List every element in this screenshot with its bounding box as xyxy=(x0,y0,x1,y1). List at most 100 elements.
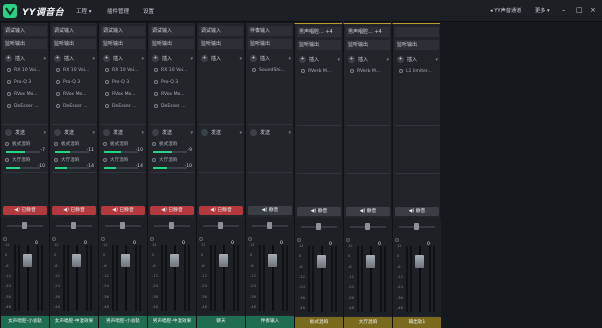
channel-name[interactable]: 女声唱腔-中混效果 xyxy=(50,316,98,328)
plugin-slot[interactable]: DeEsser ... xyxy=(150,102,194,112)
channel-input-select[interactable]: 男声唱腔... +4 xyxy=(346,27,390,37)
power-icon[interactable] xyxy=(5,141,9,146)
pan-knob[interactable] xyxy=(218,222,223,229)
mute-button[interactable]: ◀) 已静音 xyxy=(3,206,47,215)
record-icon[interactable] xyxy=(297,238,301,242)
power-icon[interactable] xyxy=(399,68,403,73)
plugin-slot[interactable]: Pro-Q 3 xyxy=(101,78,145,88)
power-icon[interactable] xyxy=(152,141,156,146)
plugin-slot[interactable]: RVerb M... xyxy=(346,67,390,77)
record-icon[interactable] xyxy=(3,237,7,241)
more-menu[interactable]: 更多 ▾ xyxy=(535,7,550,14)
insert-plugin-button[interactable]: + 插入 ▾ xyxy=(101,54,145,64)
power-icon[interactable] xyxy=(7,67,11,72)
plugin-slot[interactable]: RX 10 Voi... xyxy=(150,66,194,76)
insert-plugin-button[interactable]: + 插入 ▾ xyxy=(395,55,439,65)
channel-output-select[interactable]: 监听输出 xyxy=(199,39,243,49)
menu-plugin-manager[interactable]: 插件管理 xyxy=(107,7,129,15)
channel-input-select[interactable]: 调试输入 xyxy=(52,26,96,36)
insert-plugin-button[interactable]: + 插入 ▾ xyxy=(52,54,96,64)
plugin-slot[interactable]: RVox Mo... xyxy=(52,90,96,100)
plugin-slot[interactable]: RVox Mo... xyxy=(3,90,47,100)
power-icon[interactable] xyxy=(105,103,109,108)
channel-output-select[interactable]: 监听输出 xyxy=(3,39,47,49)
channel-name[interactable]: 男声唱腔-小总轨 xyxy=(99,316,147,328)
record-icon[interactable] xyxy=(346,238,350,242)
plugin-slot[interactable]: RX 10 Voi... xyxy=(3,66,47,76)
power-icon[interactable] xyxy=(105,67,109,72)
plugin-slot[interactable]: DeEsser ... xyxy=(3,102,47,112)
pan-knob[interactable] xyxy=(120,222,125,229)
record-icon[interactable] xyxy=(395,238,399,242)
power-icon[interactable] xyxy=(7,91,11,96)
volume-fader[interactable] xyxy=(23,253,32,267)
volume-fader[interactable] xyxy=(415,254,424,268)
channel-name[interactable]: 女声唱腔-小总轨 xyxy=(1,316,49,328)
pan-knob[interactable] xyxy=(316,223,321,230)
insert-plugin-button[interactable]: + 插入 ▾ xyxy=(199,54,243,64)
channel-output-select[interactable]: 监听输出 xyxy=(297,40,341,50)
power-icon[interactable] xyxy=(56,103,60,108)
insert-plugin-button[interactable]: + 插入 ▾ xyxy=(297,55,341,65)
channel-name[interactable]: 大厅混响 xyxy=(344,317,392,328)
power-icon[interactable] xyxy=(154,103,158,108)
power-icon[interactable] xyxy=(54,141,58,146)
power-icon[interactable] xyxy=(154,67,158,72)
power-icon[interactable] xyxy=(56,67,60,72)
mute-button[interactable]: ◀) 已静音 xyxy=(52,206,96,215)
plugin-slot[interactable]: L1 limiter... xyxy=(395,67,439,77)
minimize-button[interactable]: – xyxy=(562,5,566,15)
channel-output-select[interactable]: 监听输出 xyxy=(150,39,194,49)
channel-input-select[interactable]: 调试输入 xyxy=(150,26,194,36)
mic-channel-button[interactable]: ◂ YY声音通道 xyxy=(490,7,521,14)
record-icon[interactable] xyxy=(199,237,203,241)
channel-output-select[interactable]: 监听输出 xyxy=(248,39,292,49)
mute-button[interactable]: ◀) 已静音 xyxy=(101,206,145,215)
mute-button[interactable]: ◀) 静音 xyxy=(248,206,292,215)
insert-plugin-button[interactable]: + 插入 ▾ xyxy=(3,54,47,64)
insert-plugin-button[interactable]: + 插入 ▾ xyxy=(248,54,292,64)
channel-input-select[interactable]: 男声唱腔... +4 xyxy=(297,27,341,37)
power-icon[interactable] xyxy=(301,68,305,73)
close-button[interactable]: × xyxy=(590,5,596,15)
plugin-slot[interactable]: RX 10 Voi... xyxy=(101,66,145,76)
power-icon[interactable] xyxy=(103,141,107,146)
pan-knob[interactable] xyxy=(267,222,272,229)
maximize-button[interactable]: □ xyxy=(576,5,583,15)
send-add-button[interactable]: 发送 ▾ xyxy=(101,128,145,138)
power-icon[interactable] xyxy=(350,68,354,73)
menu-project[interactable]: 工程 ▾ xyxy=(76,7,92,15)
send-add-button[interactable]: 发送 ▾ xyxy=(150,128,194,138)
channel-output-select[interactable]: 监听输出 xyxy=(101,39,145,49)
channel-name[interactable]: 输出轨1 xyxy=(393,317,441,328)
power-icon[interactable] xyxy=(152,157,156,162)
power-icon[interactable] xyxy=(7,103,11,108)
channel-output-select[interactable]: 监听输出 xyxy=(346,40,390,50)
plugin-slot[interactable]: RVerb M... xyxy=(297,67,341,77)
volume-fader[interactable] xyxy=(219,253,228,267)
channel-input-select[interactable]: 伴奏输入 xyxy=(248,26,292,36)
send-add-button[interactable]: 发送 ▾ xyxy=(199,128,243,138)
plugin-slot[interactable]: Pro-Q 3 xyxy=(150,78,194,88)
plugin-slot[interactable]: RX 10 Voi... xyxy=(52,66,96,76)
record-icon[interactable] xyxy=(248,237,252,241)
power-icon[interactable] xyxy=(5,157,9,162)
record-icon[interactable] xyxy=(150,237,154,241)
insert-plugin-button[interactable]: + 插入 ▾ xyxy=(346,55,390,65)
pan-knob[interactable] xyxy=(169,222,174,229)
pan-knob[interactable] xyxy=(414,223,419,230)
mute-button[interactable]: ◀) 静音 xyxy=(395,207,439,216)
channel-name[interactable]: 板式混响 xyxy=(295,317,343,328)
insert-plugin-button[interactable]: + 插入 ▾ xyxy=(150,54,194,64)
volume-fader[interactable] xyxy=(366,254,375,268)
channel-name[interactable]: 聊天 xyxy=(197,316,245,328)
mute-button[interactable]: ◀) 静音 xyxy=(346,207,390,216)
volume-fader[interactable] xyxy=(268,253,277,267)
channel-name[interactable]: 男声唱腔-中混效果 xyxy=(148,316,196,328)
volume-fader[interactable] xyxy=(72,253,81,267)
menu-settings[interactable]: 设置 xyxy=(143,7,154,15)
volume-fader[interactable] xyxy=(170,253,179,267)
power-icon[interactable] xyxy=(154,91,158,96)
channel-output-select[interactable]: 监听输出 xyxy=(395,40,439,50)
record-icon[interactable] xyxy=(101,237,105,241)
